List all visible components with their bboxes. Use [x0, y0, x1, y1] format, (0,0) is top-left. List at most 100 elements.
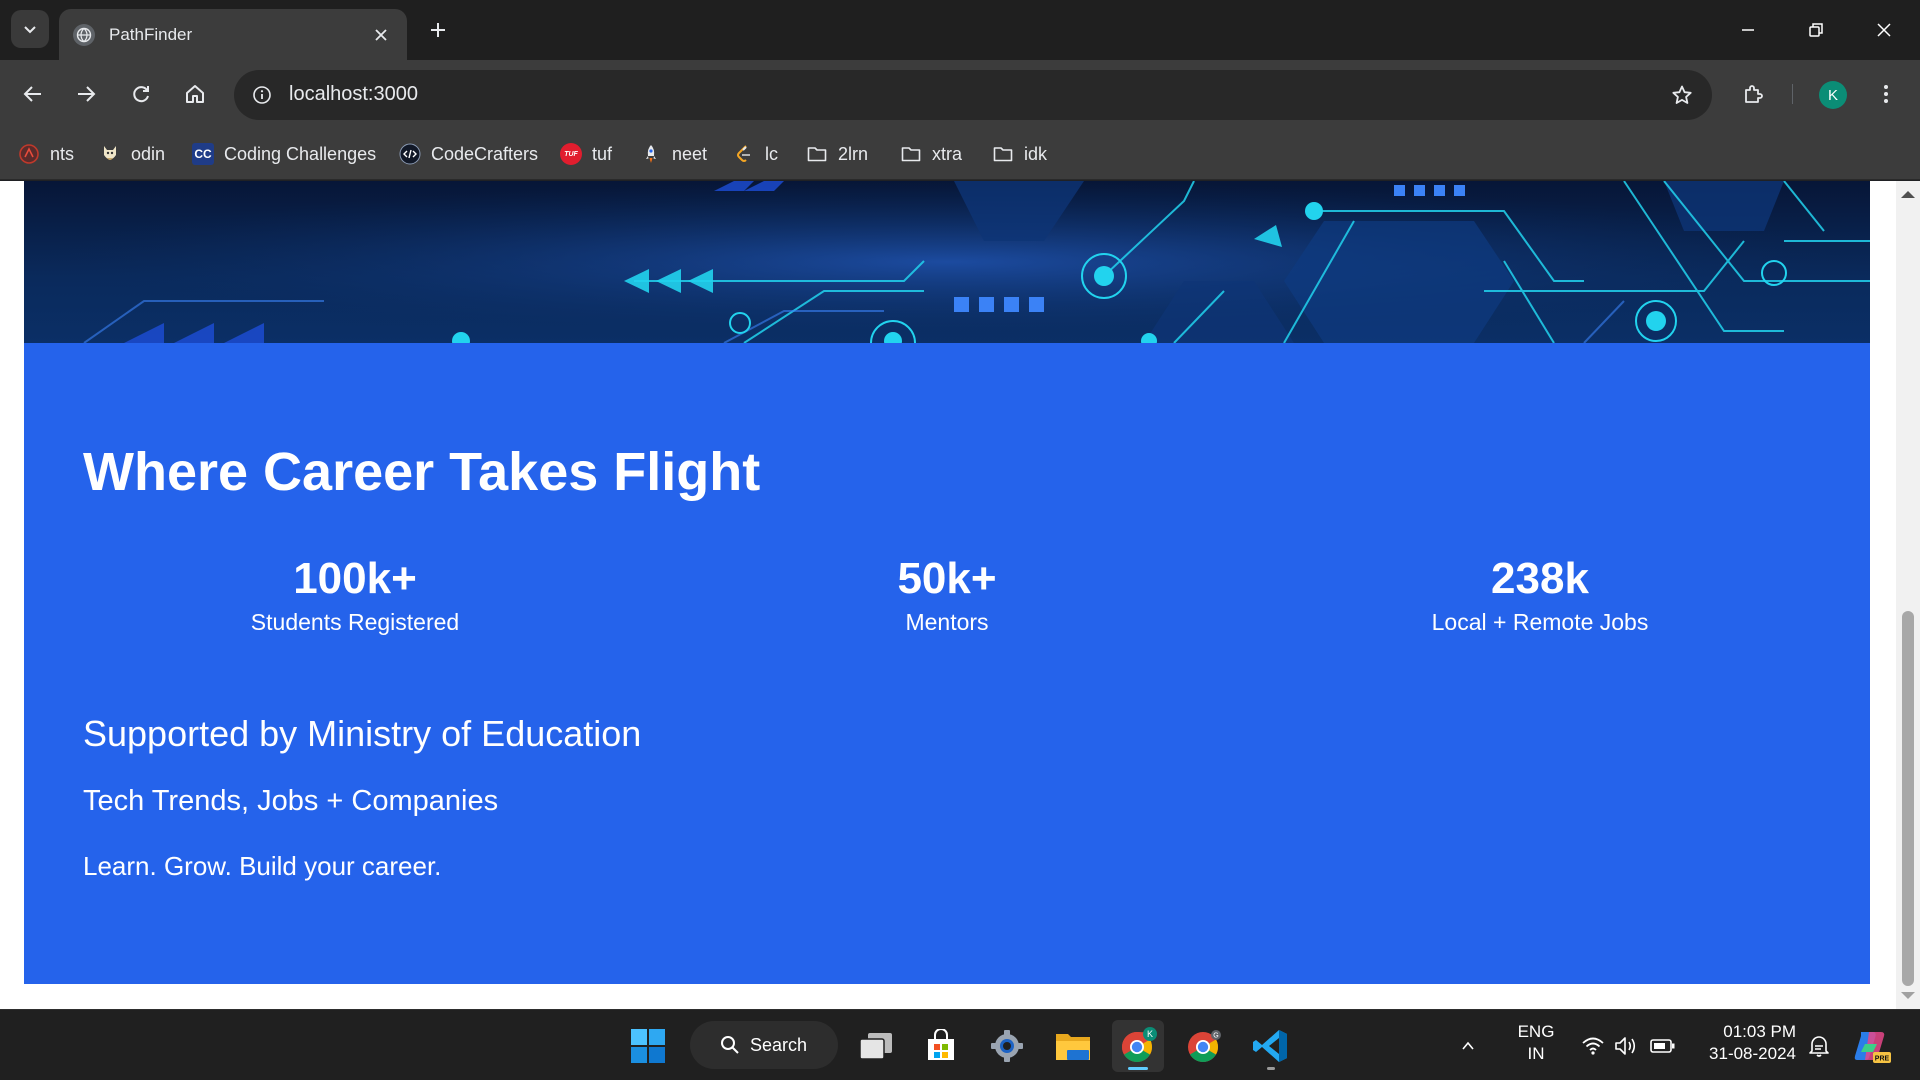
bookmark-tuf[interactable]: TUF tuf — [560, 138, 612, 170]
puzzle-icon — [1745, 85, 1763, 103]
copilot-button[interactable]: PRE — [1848, 1020, 1894, 1072]
folder-icon — [806, 143, 828, 165]
taskbar-search[interactable]: Search — [690, 1021, 838, 1069]
forward-button[interactable] — [66, 74, 106, 114]
bookmark-coding-challenges[interactable]: CC Coding Challenges — [192, 138, 376, 170]
bookmark-label: CodeCrafters — [431, 143, 539, 164]
bookmark-nts[interactable]: nts — [18, 138, 74, 170]
scroll-up-arrow-icon[interactable] — [1901, 191, 1915, 198]
show-hidden-icons-button[interactable] — [1452, 1020, 1484, 1072]
browser-menu-button[interactable] — [1866, 74, 1906, 114]
reload-icon — [133, 86, 149, 103]
bookmark-lc[interactable]: lc — [733, 138, 778, 170]
browser-tab[interactable]: PathFinder — [59, 9, 407, 60]
bookmark-label: neet — [672, 143, 708, 164]
home-icon — [186, 85, 204, 103]
stat-value: 50k+ — [897, 554, 997, 603]
site-info-icon[interactable] — [244, 77, 280, 113]
bookmark-folder-idk[interactable]: idk — [992, 138, 1047, 170]
windows-taskbar: Search K G ENG IN 01:03 PM 31-08-2024 PR… — [0, 1009, 1920, 1080]
task-view-button[interactable] — [850, 1020, 902, 1072]
reload-button[interactable] — [121, 74, 161, 114]
extensions-button[interactable] — [1733, 74, 1773, 114]
windows-logo-icon — [631, 1029, 665, 1063]
active-app-indicator — [1128, 1067, 1148, 1070]
plus-icon — [431, 23, 445, 37]
clock[interactable]: 01:03 PM 31-08-2024 — [1690, 1021, 1796, 1065]
globe-icon — [73, 23, 95, 46]
copilot-badge: PRE — [1875, 1056, 1890, 1063]
folder-icon — [992, 143, 1014, 165]
wifi-icon — [1582, 1037, 1604, 1055]
chrome-icon: K — [1121, 1027, 1157, 1063]
minimize-icon — [1742, 29, 1754, 31]
bookmark-folder-2lrn[interactable]: 2lrn — [806, 138, 868, 170]
stat-value: 238k — [1491, 554, 1589, 603]
bookmark-label: odin — [131, 143, 166, 164]
bookmark-folder-xtra[interactable]: xtra — [900, 138, 962, 170]
notifications-button[interactable] — [1804, 1020, 1834, 1072]
close-window-button[interactable] — [1862, 8, 1906, 52]
bookmark-label: tuf — [592, 143, 613, 164]
stat-jobs: 238k Local + Remote Jobs — [1340, 551, 1740, 637]
volume-button[interactable] — [1612, 1020, 1642, 1072]
url-text[interactable]: localhost:3000 — [289, 83, 418, 106]
region-code: IN — [1527, 1044, 1545, 1063]
bookmarks-bar: nts odin CC Coding Challenges CodeCrafte… — [0, 128, 1920, 180]
stat-students: 100k+ Students Registered — [155, 551, 555, 637]
leetcode-icon — [733, 143, 755, 165]
bookmark-odin[interactable]: odin — [99, 138, 165, 170]
bookmark-label: Coding Challenges — [224, 143, 377, 164]
restore-button[interactable] — [1794, 8, 1838, 52]
profile-avatar[interactable]: K — [1819, 81, 1847, 109]
stat-label: Local + Remote Jobs — [1431, 609, 1649, 635]
bookmark-label: lc — [765, 143, 778, 164]
chrome-profile-g-button[interactable]: G — [1178, 1020, 1230, 1072]
address-bar[interactable]: localhost:3000 — [234, 70, 1712, 120]
notification-bell-icon — [1809, 1036, 1829, 1057]
chrome-profile-badge: G — [1213, 1033, 1218, 1040]
stat-value: 100k+ — [293, 554, 417, 603]
minimize-button[interactable] — [1726, 8, 1770, 52]
odin-favicon-icon — [99, 143, 121, 165]
close-tab-icon[interactable] — [369, 23, 393, 47]
speaker-icon — [1615, 1037, 1636, 1055]
codecrafters-favicon-icon — [399, 143, 421, 165]
scroll-down-arrow-icon[interactable] — [1901, 992, 1915, 999]
chevron-down-icon — [24, 26, 36, 34]
new-tab-button[interactable] — [422, 14, 454, 46]
page-viewport: Where Career Takes Flight 100k+ Students… — [0, 181, 1920, 1009]
tab-search-button[interactable] — [11, 10, 49, 48]
scrollbar-thumb[interactable] — [1902, 611, 1914, 986]
battery-button[interactable] — [1648, 1020, 1678, 1072]
language-indicator[interactable]: ENG IN — [1508, 1021, 1564, 1065]
tab-title: PathFinder — [109, 24, 193, 44]
file-explorer-button[interactable] — [1047, 1020, 1099, 1072]
store-icon — [928, 1029, 954, 1060]
bookmark-neet[interactable]: neet — [640, 138, 707, 170]
start-button[interactable] — [622, 1020, 674, 1072]
search-icon — [720, 1035, 740, 1055]
wifi-button[interactable] — [1578, 1020, 1608, 1072]
copilot-icon: PRE — [1854, 1032, 1891, 1063]
bookmark-star-icon[interactable] — [1664, 77, 1700, 113]
clock-date: 31-08-2024 — [1709, 1044, 1796, 1063]
vscode-button[interactable] — [1245, 1020, 1297, 1072]
page-headline: Where Career Takes Flight — [83, 442, 761, 502]
bookmark-label: idk — [1024, 143, 1048, 164]
settings-app-button[interactable] — [981, 1020, 1033, 1072]
page-scrollbar[interactable] — [1896, 181, 1920, 1009]
task-view-icon — [859, 1033, 892, 1060]
toolbar-separator — [1792, 84, 1793, 104]
ms-store-button[interactable] — [915, 1020, 967, 1072]
gear-icon — [991, 1030, 1023, 1062]
bookmark-codecrafters[interactable]: CodeCrafters — [399, 138, 538, 170]
home-button[interactable] — [175, 74, 215, 114]
back-button[interactable] — [13, 74, 53, 114]
chrome-profile-k-button[interactable]: K — [1112, 1020, 1164, 1072]
close-icon — [1877, 23, 1891, 37]
folder-icon — [900, 143, 922, 165]
bookmark-label: 2lrn — [838, 143, 869, 164]
browser-toolbar: localhost:3000 K — [0, 60, 1920, 128]
kebab-menu-icon — [1884, 85, 1888, 103]
